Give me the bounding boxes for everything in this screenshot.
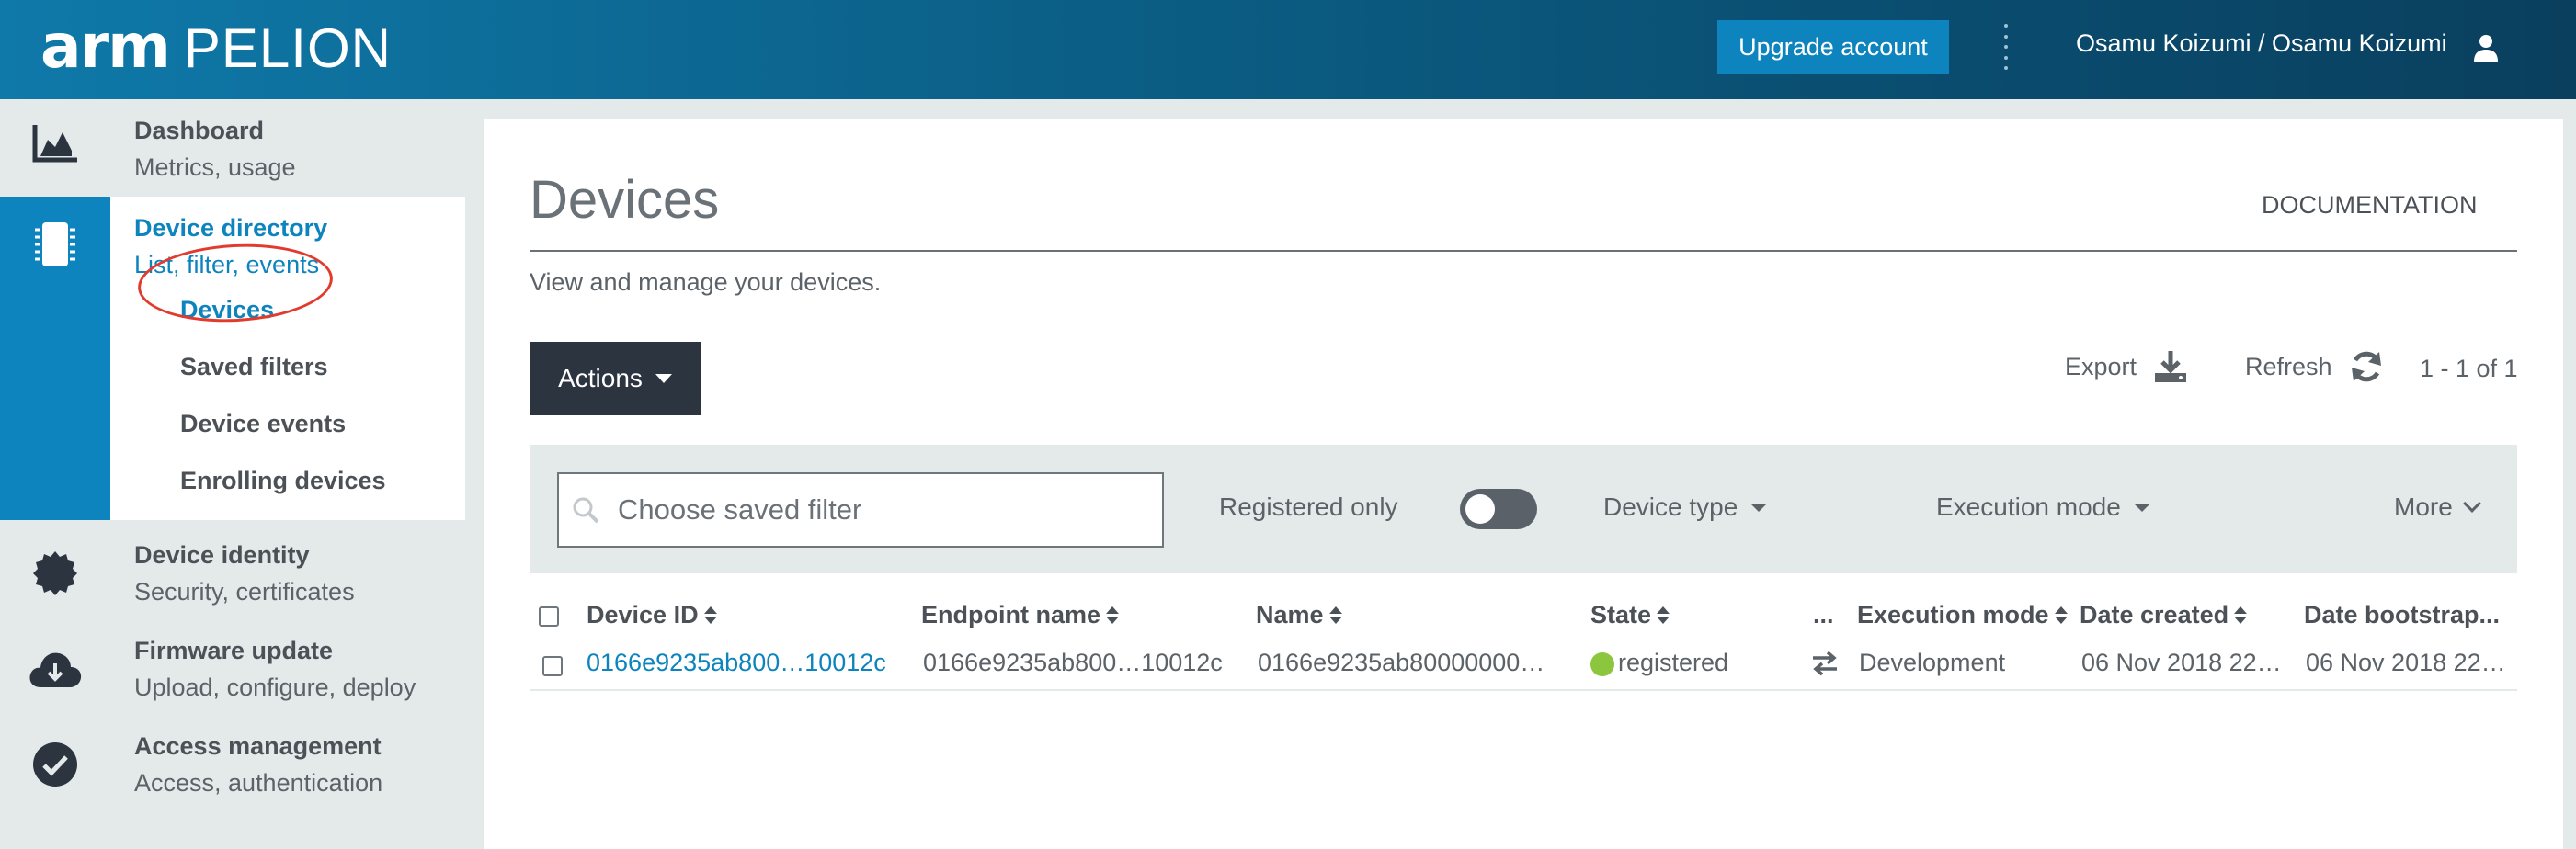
column-state[interactable]: State	[1590, 601, 1670, 629]
device-id-link[interactable]: 0166e9235ab800…10012c	[587, 649, 886, 677]
subnav-enrolling-devices[interactable]: Enrolling devices	[180, 467, 386, 495]
more-label: More	[2394, 492, 2453, 521]
sort-icon	[2234, 606, 2248, 624]
state-label: registered	[1618, 649, 1729, 676]
sidebar-item-device-directory[interactable]: Device directory List, filter, events De…	[0, 197, 465, 520]
device-type-dropdown[interactable]: Device type	[1603, 492, 1768, 522]
select-all-checkbox[interactable]	[539, 606, 559, 627]
registered-only-label: Registered only	[1219, 492, 1398, 521]
execution-mode-label: Execution mode	[1936, 492, 2121, 521]
column-label: Device ID	[587, 601, 699, 628]
title-divider	[530, 250, 2517, 252]
state-cell: registered	[1590, 649, 1728, 677]
page-description: View and manage your devices.	[530, 268, 882, 296]
execution-mode-dropdown[interactable]: Execution mode	[1936, 492, 2150, 522]
saved-filter-field[interactable]	[557, 472, 1164, 548]
sidebar-item-subtitle: Metrics, usage	[134, 153, 296, 181]
column-label: State	[1590, 601, 1652, 628]
saved-filter-input[interactable]	[616, 492, 1131, 527]
column-label: Execution mode	[1857, 601, 2049, 628]
status-dot-icon	[1590, 651, 1614, 676]
sort-icon	[703, 606, 717, 624]
sidebar-item-access-management[interactable]: Access management Access, authentication	[0, 717, 465, 812]
top-bar: arm PELION Upgrade account Osamu Koizumi…	[0, 0, 2576, 99]
column-label: Endpoint name	[921, 601, 1100, 628]
export-button[interactable]: Export	[2065, 349, 2188, 384]
user-icon[interactable]	[2473, 33, 2499, 62]
sidebar-item-title: Device directory	[134, 214, 328, 242]
table-row[interactable]: 0166e9235ab800…10012c 0166e9235ab800…100…	[530, 641, 2517, 691]
cloud-download-icon	[29, 652, 82, 687]
date-bootstrapped-cell: 06 Nov 2018 22…	[2306, 649, 2506, 676]
column-endpoint-name[interactable]: Endpoint name	[921, 601, 1119, 629]
column-label: ...	[1813, 601, 1834, 628]
pagination-count: 1 - 1 of 1	[2420, 355, 2518, 382]
user-name[interactable]: Osamu Koizumi / Osamu Koizumi	[2076, 29, 2447, 58]
column-more[interactable]: ...	[1813, 601, 1834, 629]
upgrade-account-button[interactable]: Upgrade account	[1717, 20, 1949, 74]
sort-icon	[2054, 606, 2068, 624]
swap-arrows-icon	[1811, 651, 1839, 683]
sidebar-item-title: Dashboard	[134, 117, 265, 144]
sort-icon	[1328, 606, 1342, 624]
logo-product-text: PELION	[183, 17, 392, 79]
refresh-label: Refresh	[2245, 352, 2332, 380]
sidebar-item-title: Access management	[134, 732, 382, 760]
column-label: Name	[1256, 601, 1324, 628]
arm-pelion-logo[interactable]: arm PELION	[40, 11, 392, 82]
registered-only-toggle[interactable]	[1460, 489, 1537, 529]
sidebar: Dashboard Metrics, usage Device director…	[0, 99, 465, 849]
filter-bar: Registered only Device type Execution mo…	[530, 445, 2517, 573]
sidebar-item-title: Device identity	[134, 541, 310, 569]
date-created-cell: 06 Nov 2018 22…	[2081, 649, 2282, 676]
execution-mode-cell: Development	[1859, 649, 2006, 676]
device-type-label: Device type	[1603, 492, 1738, 521]
column-label: Date created	[2080, 601, 2229, 628]
sidebar-item-device-identity[interactable]: Device identity Security, certificates	[0, 526, 465, 621]
check-circle-icon	[33, 742, 77, 787]
logo-arm-text: arm	[40, 11, 171, 82]
caret-down-icon	[655, 374, 672, 383]
sidebar-item-subtitle: Upload, configure, deploy	[134, 674, 416, 701]
name-cell: 0166e9235ab80000000…	[1258, 649, 1545, 676]
download-icon	[2155, 351, 2187, 382]
column-date-created[interactable]: Date created	[2080, 601, 2248, 629]
chevron-down-icon	[2462, 494, 2481, 513]
row-checkbox[interactable]	[542, 656, 563, 676]
sidebar-item-subtitle: Security, certificates	[134, 578, 355, 606]
subnav-saved-filters[interactable]: Saved filters	[180, 353, 328, 381]
column-label: Date bootstrap...	[2304, 601, 2501, 628]
main-panel: Devices DOCUMENTATION View and manage yo…	[484, 119, 2563, 849]
caret-down-icon	[2133, 503, 2150, 512]
chip-icon	[35, 222, 75, 266]
search-icon	[573, 497, 599, 524]
column-execution-mode[interactable]: Execution mode	[1857, 601, 2068, 629]
column-device-id[interactable]: Device ID	[587, 601, 717, 629]
badge-icon	[33, 551, 77, 595]
refresh-button[interactable]: Refresh	[2245, 349, 2384, 384]
export-label: Export	[2065, 352, 2137, 380]
toggle-knob	[1465, 494, 1495, 524]
endpoint-name-cell: 0166e9235ab800…10012c	[923, 649, 1223, 676]
sidebar-item-subtitle: Access, authentication	[134, 769, 383, 797]
documentation-label: DOCUMENTATION	[2262, 191, 2478, 219]
sort-icon	[1106, 606, 1119, 624]
chart-icon	[32, 125, 77, 163]
column-name[interactable]: Name	[1256, 601, 1342, 629]
column-date-bootstrapped[interactable]: Date bootstrap...	[2304, 601, 2500, 629]
sort-icon	[1657, 606, 1670, 624]
caret-down-icon	[1750, 503, 1768, 512]
subnav-device-events[interactable]: Device events	[180, 410, 346, 438]
kebab-menu-icon[interactable]	[1997, 24, 2015, 70]
sidebar-item-firmware-update[interactable]: Firmware update Upload, configure, deplo…	[0, 621, 465, 717]
page-title: Devices	[530, 170, 720, 230]
actions-button[interactable]: Actions	[530, 342, 701, 415]
table-header: Device ID Endpoint name Name State ... E…	[530, 588, 2517, 640]
sidebar-item-title: Firmware update	[134, 637, 334, 664]
more-filters-dropdown[interactable]: More	[2394, 492, 2481, 522]
refresh-icon	[2351, 351, 2381, 382]
actions-label: Actions	[558, 364, 643, 392]
sidebar-item-dashboard[interactable]: Dashboard Metrics, usage	[0, 99, 465, 197]
